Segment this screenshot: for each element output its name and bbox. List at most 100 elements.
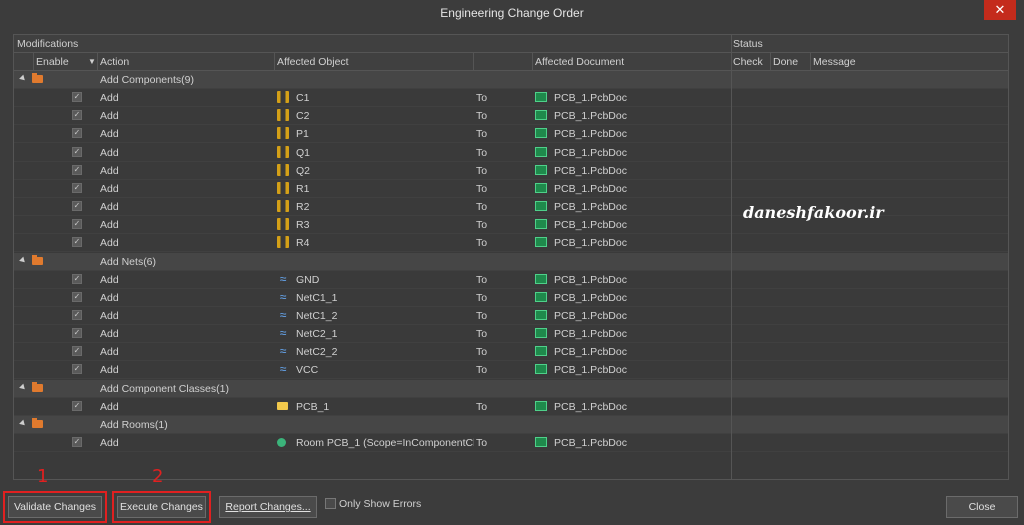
- table-row[interactable]: ✓ Add R4 To PCB_1.PcbDoc: [14, 234, 1008, 253]
- table-row[interactable]: ✓ Add ≈ VCC To PCB_1.PcbDoc: [14, 361, 1008, 380]
- enable-checkbox[interactable]: ✓: [72, 309, 82, 320]
- table-row[interactable]: ✓ Add ≈ GND To PCB_1.PcbDoc: [14, 270, 1008, 289]
- action-cell: Add: [100, 346, 119, 359]
- affected-document-cell: PCB_1.PcbDoc: [554, 346, 627, 359]
- affected-document-column-header[interactable]: Affected Document: [535, 56, 624, 68]
- to-cell: To: [476, 237, 488, 250]
- enable-checkbox[interactable]: ✓: [72, 291, 82, 302]
- report-changes-button[interactable]: Report Changes...: [219, 496, 317, 518]
- component-icon: [277, 200, 289, 213]
- action-column-header[interactable]: Action: [100, 56, 129, 68]
- enable-checkbox[interactable]: ✓: [72, 237, 82, 248]
- table-row[interactable]: ✓ Add Q1 To PCB_1.PcbDoc: [14, 143, 1008, 162]
- group-row[interactable]: Add Components(9): [14, 71, 1008, 89]
- affected-object-cell: Room PCB_1 (Scope=InComponentCla: [296, 437, 474, 449]
- table-row[interactable]: ✓ Add C1 To PCB_1.PcbDoc: [14, 89, 1008, 108]
- affected-object-cell: P1: [296, 128, 309, 141]
- enable-checkbox[interactable]: ✓: [72, 364, 82, 375]
- enable-checkbox[interactable]: ✓: [72, 110, 82, 121]
- affected-document-cell: PCB_1.PcbDoc: [554, 146, 627, 159]
- affected-document-cell: PCB_1.PcbDoc: [554, 273, 627, 286]
- action-cell: Add: [100, 437, 119, 449]
- to-cell: To: [476, 110, 488, 123]
- table-row[interactable]: ✓ Add ≈ NetC2_1 To PCB_1.PcbDoc: [14, 325, 1008, 344]
- expand-triangle-icon[interactable]: [19, 383, 27, 391]
- execute-changes-button[interactable]: Execute Changes: [117, 496, 206, 518]
- pcb-document-icon: [535, 437, 547, 447]
- check-column-header[interactable]: Check: [733, 56, 763, 68]
- enable-checkbox[interactable]: ✓: [72, 92, 82, 103]
- affected-object-cell: Q2: [296, 164, 311, 177]
- table-row[interactable]: ✓ Add C2 To PCB_1.PcbDoc: [14, 107, 1008, 126]
- table-row[interactable]: ✓ Add Q2 To PCB_1.PcbDoc: [14, 161, 1008, 180]
- group-row[interactable]: Add Component Classes(1): [14, 379, 1008, 398]
- table-row[interactable]: ✓ Add PCB_1 To PCB_1.PcbDoc: [14, 397, 1008, 416]
- to-cell: To: [476, 437, 488, 449]
- affected-document-cell: PCB_1.PcbDoc: [554, 201, 627, 214]
- affected-object-cell: VCC: [296, 364, 319, 377]
- component-icon: [277, 127, 289, 140]
- close-button[interactable]: Close: [946, 496, 1018, 518]
- only-show-errors-checkbox[interactable]: [325, 498, 336, 509]
- enable-checkbox[interactable]: ✓: [72, 400, 82, 411]
- action-cell: Add: [100, 291, 119, 304]
- affected-object-cell: NetC2_2: [296, 346, 338, 359]
- affected-document-cell: PCB_1.PcbDoc: [554, 291, 627, 304]
- affected-document-cell: PCB_1.PcbDoc: [554, 219, 627, 232]
- class-folder-icon: [277, 401, 288, 410]
- affected-document-cell: PCB_1.PcbDoc: [554, 328, 627, 341]
- enable-checkbox[interactable]: ✓: [72, 201, 82, 212]
- enable-checkbox[interactable]: ✓: [72, 182, 82, 193]
- enable-checkbox[interactable]: ✓: [72, 328, 82, 339]
- expand-triangle-icon[interactable]: [19, 419, 27, 428]
- enable-checkbox[interactable]: ✓: [72, 346, 82, 357]
- pcb-document-icon: [535, 146, 547, 157]
- table-row[interactable]: ✓ Add ≈ NetC1_1 To PCB_1.PcbDoc: [14, 288, 1008, 307]
- to-cell: To: [476, 273, 488, 286]
- affected-object-cell: Q1: [296, 146, 311, 159]
- status-divider: [731, 35, 732, 479]
- to-cell: To: [476, 328, 488, 341]
- table-row[interactable]: ✓ Add P1 To PCB_1.PcbDoc: [14, 125, 1008, 144]
- enable-column-header[interactable]: Enable: [36, 56, 69, 68]
- validate-changes-button[interactable]: Validate Changes: [8, 496, 102, 518]
- net-icon: ≈: [279, 362, 287, 377]
- folder-icon: [32, 381, 43, 392]
- done-column-header[interactable]: Done: [773, 56, 798, 68]
- expand-triangle-icon[interactable]: [19, 74, 27, 83]
- table-row[interactable]: ✓ Add R1 To PCB_1.PcbDoc: [14, 179, 1008, 198]
- sort-arrow-icon[interactable]: ▼: [88, 57, 96, 66]
- folder-icon: [32, 254, 43, 265]
- component-icon: [277, 163, 289, 176]
- group-label: Add Components(9): [100, 74, 194, 86]
- group-row[interactable]: Add Rooms(1): [14, 415, 1008, 434]
- pcb-document-icon: [535, 309, 547, 320]
- table-row[interactable]: ✓ Add ≈ NetC1_2 To PCB_1.PcbDoc: [14, 306, 1008, 325]
- status-header: Status: [733, 38, 763, 50]
- to-cell: To: [476, 201, 488, 214]
- affected-object-cell: R4: [296, 237, 310, 250]
- enable-checkbox[interactable]: ✓: [72, 164, 82, 175]
- table-row[interactable]: ✓ Add ≈ NetC2_2 To PCB_1.PcbDoc: [14, 343, 1008, 362]
- message-column-header[interactable]: Message: [813, 56, 856, 68]
- room-icon: [277, 438, 286, 447]
- only-show-errors-label: Only Show Errors: [339, 498, 422, 510]
- affected-object-column-header[interactable]: Affected Object: [277, 56, 349, 68]
- annotation-number-2: 2: [152, 466, 164, 487]
- affected-document-cell: PCB_1.PcbDoc: [554, 237, 627, 250]
- enable-checkbox[interactable]: ✓: [72, 219, 82, 230]
- component-icon: [277, 236, 289, 249]
- expand-triangle-icon[interactable]: [19, 256, 27, 264]
- table-row[interactable]: ✓ Add Room PCB_1 (Scope=InComponentCla To PC…: [14, 434, 1008, 452]
- group-row[interactable]: Add Nets(6): [14, 252, 1008, 271]
- enable-checkbox[interactable]: ✓: [72, 128, 82, 139]
- folder-icon: [32, 417, 43, 428]
- affected-document-cell: PCB_1.PcbDoc: [554, 309, 627, 322]
- watermark-text: daneshfakoor.ir: [743, 203, 884, 222]
- enable-checkbox[interactable]: ✓: [72, 146, 82, 157]
- enable-checkbox[interactable]: ✓: [72, 437, 82, 447]
- action-cell: Add: [100, 128, 119, 141]
- enable-checkbox[interactable]: ✓: [72, 273, 82, 284]
- close-window-button[interactable]: ✕: [984, 0, 1016, 20]
- affected-document-cell: PCB_1.PcbDoc: [554, 400, 627, 413]
